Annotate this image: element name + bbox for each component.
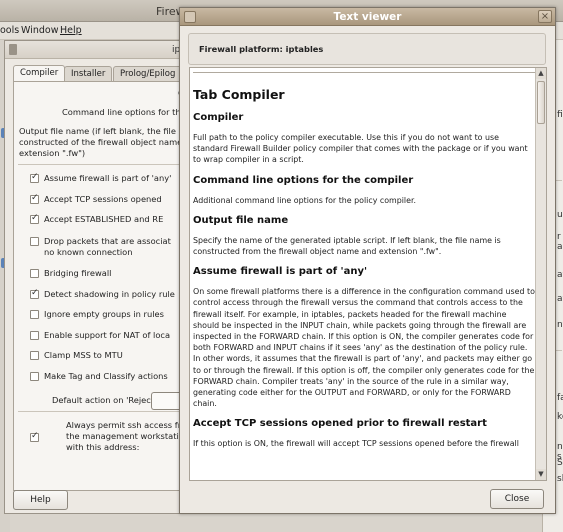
checkbox[interactable] <box>30 310 39 319</box>
platform-label: Firewall platform: iptables <box>199 44 324 54</box>
firewall-settings-dialog: ip Compiler Installer Prolog/Epilog C C … <box>4 40 202 514</box>
help-document: Tab Compiler Compiler Full path to the p… <box>193 72 535 459</box>
checkbox[interactable] <box>30 331 39 340</box>
output-file-label-line3: extension ".fw") <box>19 148 86 158</box>
tab-installer[interactable]: Installer <box>64 66 113 81</box>
menu-tools[interactable]: ools <box>0 25 19 36</box>
ssh-label-line2: the management workstation <box>66 431 190 441</box>
right-fragment: fil <box>557 110 563 120</box>
checkbox[interactable] <box>30 213 39 224</box>
separator <box>18 164 182 165</box>
right-fragment: ay <box>557 294 563 304</box>
checkbox[interactable] <box>30 351 39 360</box>
scroll-up-arrow-icon[interactable]: ▲ <box>536 68 546 79</box>
section-body: Specify the name of the generated iptabl… <box>193 235 501 257</box>
cmdline-options-label: Command line options for the co <box>62 107 199 117</box>
checkbox[interactable] <box>30 372 39 381</box>
scroll-thumb[interactable] <box>537 81 545 124</box>
section-heading: Assume firewall is part of 'any' <box>193 266 368 278</box>
output-file-label-line2: constructed of the firewall object name … <box>19 137 201 147</box>
doc-title: Tab Compiler <box>193 87 285 102</box>
tab-compiler[interactable]: Compiler <box>13 65 66 81</box>
option-label: Ignore empty groups in rules <box>44 309 164 319</box>
dialog-titlebar: ip <box>5 41 181 59</box>
option-label: Detect shadowing in policy rule <box>44 289 175 299</box>
option-label: Accept TCP sessions opened <box>44 194 162 204</box>
option-label: Bridging firewall <box>44 268 112 278</box>
default-reject-label: Default action on 'Reject': <box>52 395 160 405</box>
section-body: On some firewall platforms there is a di… <box>193 287 535 409</box>
option-label: Enable support for NAT of loca <box>44 330 171 340</box>
text-viewer-titlebar: Text viewer × <box>180 8 555 26</box>
option-label: Accept ESTABLISHED and RE <box>44 214 164 224</box>
vertical-scrollbar[interactable]: ▲ ▼ <box>535 68 546 480</box>
option-label: Make Tag and Classify actions <box>44 371 168 381</box>
checkbox[interactable] <box>30 172 39 183</box>
dialog-app-icon <box>9 44 17 55</box>
default-reject-select[interactable] <box>151 392 181 410</box>
close-button[interactable]: Close <box>490 489 544 509</box>
menu-help[interactable]: Help <box>60 25 82 36</box>
compiler-tab-panel: C Command line options for the co Output… <box>13 81 202 491</box>
checkbox[interactable] <box>30 269 39 278</box>
text-viewer-window: Text viewer × Firewall platform: iptable… <box>179 7 556 514</box>
section-body: If this option is ON, the firewall will … <box>193 439 519 449</box>
checkbox[interactable] <box>30 288 39 299</box>
section-body: Full path to the policy compiler executa… <box>193 133 528 165</box>
right-fragment: nfo <box>557 320 563 330</box>
close-icon[interactable]: × <box>538 10 552 23</box>
platform-header: Firewall platform: iptables <box>188 33 546 65</box>
option-label: Clamp MSS to MTU <box>44 350 123 360</box>
text-viewer-title: Text viewer <box>333 11 402 23</box>
right-fragment: sh <box>557 474 563 484</box>
ssh-label-line3: with this address: <box>66 442 140 452</box>
right-fragment: u <box>557 210 563 220</box>
section-heading: Output file name <box>193 214 289 226</box>
option-label: Drop packets that are associat <box>44 236 171 246</box>
menu-window[interactable]: Window <box>21 25 58 36</box>
scroll-down-arrow-icon[interactable]: ▼ <box>536 469 546 480</box>
ssh-label-line1: Always permit ssh access from <box>66 420 195 430</box>
section-body: Additional command line options for the … <box>193 195 417 205</box>
doc-rule <box>193 72 535 73</box>
help-button[interactable]: Help <box>13 490 68 510</box>
right-fragment: r a <box>557 232 563 252</box>
right-fragment: ay <box>557 270 563 280</box>
tab-prolog-epilog[interactable]: Prolog/Epilog <box>113 66 183 81</box>
help-text-area[interactable]: Tab Compiler Compiler Full path to the p… <box>189 67 547 481</box>
right-fragment: fa <box>557 393 563 403</box>
separator <box>18 411 182 412</box>
section-heading: Accept TCP sessions opened prior to fire… <box>193 418 487 430</box>
option-label-line2: no known connection <box>44 247 133 257</box>
checkbox[interactable] <box>30 431 39 442</box>
section-heading: Command line options for the compiler <box>193 174 414 186</box>
output-file-label-line1: Output file name (if left blank, the fil… <box>19 126 203 136</box>
section-heading: Compiler <box>193 112 244 123</box>
right-fragment: ker <box>557 412 563 422</box>
checkbox[interactable] <box>30 237 39 246</box>
checkbox[interactable] <box>30 193 39 204</box>
option-label: Assume firewall is part of 'any' <box>44 173 172 183</box>
right-fragment: SI <box>557 458 563 468</box>
